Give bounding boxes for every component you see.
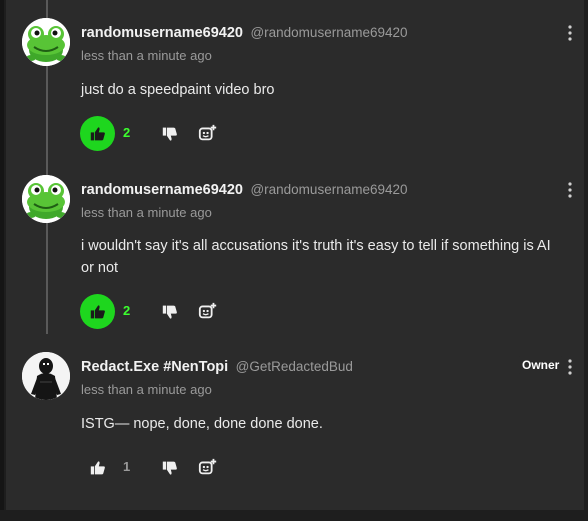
like-count: 2 bbox=[123, 303, 131, 318]
reply-icon bbox=[198, 302, 217, 319]
thumbs-up-icon bbox=[90, 460, 105, 474]
avatar[interactable] bbox=[22, 175, 70, 223]
comment-header: Redact.Exe #NenTopi @GetRedactedBud bbox=[81, 358, 353, 376]
more-vert-icon bbox=[568, 25, 572, 41]
reply-button[interactable] bbox=[198, 457, 220, 479]
reply-button[interactable] bbox=[198, 123, 220, 145]
comment-text: just do a speedpaint video bro bbox=[81, 82, 275, 98]
more-vert-icon bbox=[568, 182, 572, 198]
more-vert-icon bbox=[568, 359, 572, 375]
author-name[interactable]: Redact.Exe #NenTopi bbox=[81, 359, 228, 375]
avatar[interactable] bbox=[22, 352, 70, 400]
like-button[interactable] bbox=[80, 294, 115, 329]
thumbs-up-icon bbox=[90, 126, 105, 140]
author-name[interactable]: randomusername69420 bbox=[81, 25, 243, 41]
author-handle[interactable]: @GetRedactedBud bbox=[236, 359, 353, 374]
more-options-button[interactable] bbox=[566, 24, 574, 42]
comment-header: randomusername69420 @randomusername69420 bbox=[81, 181, 408, 199]
comment-text: ISTG— nope, done, done done done. bbox=[81, 416, 323, 432]
author-handle[interactable]: @randomusername69420 bbox=[250, 182, 407, 197]
dislike-button[interactable] bbox=[160, 302, 180, 322]
scroll-edge bbox=[584, 0, 588, 521]
frog-avatar-icon bbox=[22, 175, 70, 223]
panel-bottom-strip bbox=[0, 510, 588, 521]
author-handle[interactable]: @randomusername69420 bbox=[250, 25, 407, 40]
timestamp[interactable]: less than a minute ago bbox=[81, 382, 212, 397]
like-count: 1 bbox=[123, 459, 131, 474]
more-options-button[interactable] bbox=[566, 181, 574, 199]
comment-header: randomusername69420 @randomusername69420 bbox=[81, 24, 408, 42]
more-options-button[interactable] bbox=[566, 358, 574, 376]
owner-badge: Owner bbox=[517, 356, 565, 374]
thumbs-down-icon bbox=[162, 461, 177, 475]
timestamp[interactable]: less than a minute ago bbox=[81, 205, 212, 220]
avatar[interactable] bbox=[22, 18, 70, 66]
dislike-button[interactable] bbox=[160, 458, 180, 478]
comment-text: i wouldn't say it's all accusations it's… bbox=[81, 238, 551, 276]
like-button[interactable] bbox=[80, 450, 115, 485]
author-name[interactable]: randomusername69420 bbox=[81, 182, 243, 198]
thumbs-down-icon bbox=[162, 127, 177, 141]
dislike-button[interactable] bbox=[160, 124, 180, 144]
frog-avatar-icon bbox=[22, 18, 70, 66]
reply-button[interactable] bbox=[198, 301, 220, 323]
reply-icon bbox=[198, 124, 217, 141]
thumbs-down-icon bbox=[162, 305, 177, 319]
dark-figure-avatar-icon bbox=[22, 352, 70, 400]
reply-icon bbox=[198, 458, 217, 475]
timestamp[interactable]: less than a minute ago bbox=[81, 48, 212, 63]
like-button[interactable] bbox=[80, 116, 115, 151]
like-count: 2 bbox=[123, 125, 131, 140]
outer-edge bbox=[0, 0, 4, 521]
thumbs-up-icon bbox=[90, 304, 105, 318]
